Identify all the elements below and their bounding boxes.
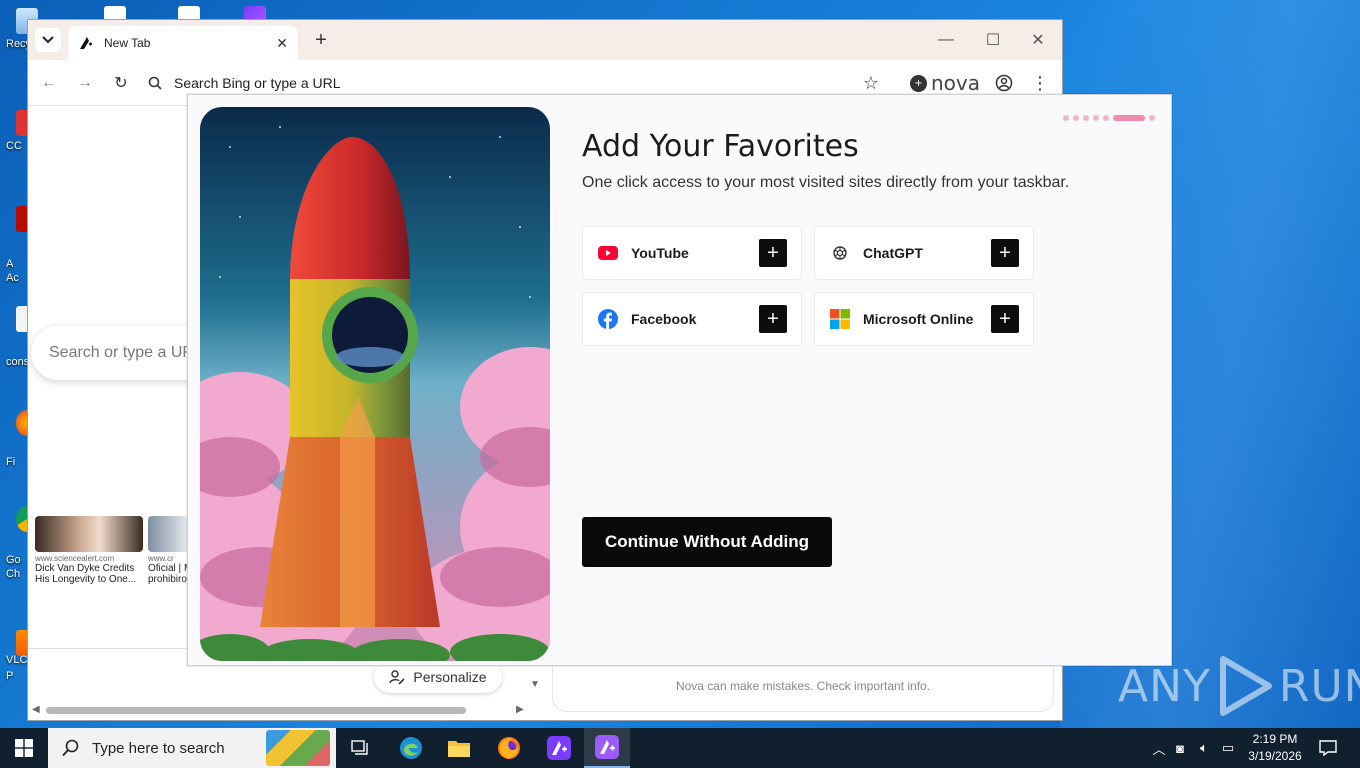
news-card[interactable]: www.sciencealert.com Dick Van Dyke Credi…	[35, 516, 145, 585]
add-facebook-button[interactable]: +	[759, 305, 787, 333]
close-window-button[interactable]: ✕	[1026, 28, 1050, 52]
close-tab-icon[interactable]: ✕	[276, 35, 288, 52]
chevron-down-icon	[42, 36, 54, 44]
system-tray: ︿ ◙ 🔈︎ ▭	[1150, 728, 1240, 768]
windows-logo-icon	[15, 739, 33, 757]
volume-icon[interactable]: 🔈︎	[1192, 740, 1216, 756]
new-tab-button[interactable]: +	[310, 29, 332, 51]
profile-icon[interactable]	[993, 72, 1015, 94]
progress-dot	[1073, 115, 1079, 121]
notification-icon	[1319, 740, 1337, 756]
network-icon[interactable]: ▭	[1216, 740, 1240, 756]
favorite-name: Microsoft Online	[863, 311, 974, 327]
continue-without-adding-button[interactable]: Continue Without Adding	[582, 517, 832, 567]
reload-button[interactable]: ↻	[110, 72, 132, 94]
taskbar-search-input[interactable]	[92, 739, 272, 757]
progress-dot	[1103, 115, 1109, 121]
favorite-item-facebook[interactable]: Facebook +	[582, 292, 802, 346]
nova-logo-icon: +	[910, 74, 927, 92]
tab-title: New Tab	[104, 36, 151, 50]
search-icon	[148, 76, 162, 90]
address-input[interactable]	[174, 75, 674, 91]
progress-dot	[1063, 115, 1069, 121]
taskbar-edge[interactable]	[388, 728, 434, 768]
news-headline: His Longevity to One...	[35, 574, 137, 585]
favorite-item-youtube[interactable]: YouTube +	[582, 226, 802, 280]
progress-dot	[1083, 115, 1089, 121]
taskbar-nova-active[interactable]	[584, 728, 630, 768]
taskbar-clock[interactable]: 2:19 PM 3/19/2026	[1240, 731, 1310, 765]
task-view-icon	[351, 740, 368, 755]
favorite-item-chatgpt[interactable]: ChatGPT +	[814, 226, 1034, 280]
scroll-down-arrow[interactable]: ▼	[530, 679, 540, 690]
notification-center-button[interactable]	[1306, 728, 1350, 768]
onboarding-progress	[1063, 115, 1155, 121]
news-source: www.cr	[148, 554, 174, 563]
title-bar: New Tab ✕ + — ☐ ✕	[28, 20, 1062, 60]
scrollbar-thumb[interactable]	[46, 707, 466, 714]
nova-favicon-icon	[80, 37, 92, 49]
news-headline: Oficial | M	[148, 563, 188, 574]
chevron-up-icon[interactable]: ︿	[1150, 739, 1168, 758]
search-icon	[62, 739, 79, 757]
favorite-item-microsoft-online[interactable]: Microsoft Online +	[814, 292, 1034, 346]
taskbar-file-explorer[interactable]	[436, 728, 482, 768]
taskbar-nova[interactable]	[536, 728, 582, 768]
dialog-subtitle: One click access to your most visited si…	[582, 174, 1070, 191]
add-youtube-button[interactable]: +	[759, 239, 787, 267]
nova-app-icon	[595, 735, 619, 759]
news-thumbnail	[148, 516, 188, 552]
add-favorites-dialog: Add Your Favorites One click access to y…	[187, 94, 1172, 666]
add-chatgpt-button[interactable]: +	[991, 239, 1019, 267]
forward-button[interactable]: →	[74, 72, 96, 94]
progress-dot	[1149, 115, 1155, 121]
edge-icon	[400, 737, 422, 759]
news-source: www.sciencealert.com	[35, 554, 115, 563]
search-highlight-icon	[266, 730, 330, 766]
progress-dot-active	[1113, 115, 1145, 121]
facebook-icon	[597, 308, 619, 330]
youtube-icon	[597, 242, 619, 264]
back-button[interactable]: ←	[38, 72, 60, 94]
menu-kebab-icon[interactable]: ⋮	[1029, 72, 1051, 94]
meet-now-icon[interactable]: ◙	[1168, 741, 1192, 756]
news-headline: prohibiro	[148, 574, 187, 585]
favorite-name: Facebook	[631, 311, 697, 327]
tab-new-tab[interactable]: New Tab ✕	[68, 26, 298, 60]
favorite-name: YouTube	[631, 245, 689, 261]
taskbar: ︿ ◙ 🔈︎ ▭ 2:19 PM 3/19/2026	[0, 728, 1360, 768]
favorite-name: ChatGPT	[863, 245, 923, 261]
divider	[28, 648, 193, 649]
play-logo-icon	[1219, 656, 1272, 716]
chatgpt-icon	[829, 242, 851, 264]
news-headline: Dick Van Dyke Credits	[35, 563, 135, 574]
personalize-icon	[389, 670, 405, 685]
scroll-right-arrow[interactable]: ▶	[516, 704, 524, 715]
progress-dot	[1093, 115, 1099, 121]
news-card[interactable]: www.cr Oficial | M prohibiro	[148, 516, 188, 585]
firefox-icon	[498, 737, 520, 759]
dialog-title: Add Your Favorites	[582, 129, 859, 164]
folder-icon	[448, 741, 470, 757]
scroll-left-arrow[interactable]: ◀	[32, 704, 40, 715]
bookmark-star-icon[interactable]: ☆	[860, 72, 882, 94]
microsoft-icon	[829, 308, 851, 330]
nova-brand-button[interactable]: + nova	[910, 71, 980, 95]
task-view-button[interactable]	[338, 728, 384, 768]
add-microsoft-online-button[interactable]: +	[991, 305, 1019, 333]
rocket-illustration	[200, 107, 550, 661]
tab-search-button[interactable]	[35, 28, 61, 52]
news-thumbnail	[35, 516, 143, 552]
nova-app-icon	[547, 736, 571, 760]
start-button[interactable]	[0, 728, 48, 768]
minimize-button[interactable]: —	[934, 28, 958, 52]
maximize-button[interactable]: ☐	[981, 28, 1005, 52]
taskbar-search[interactable]	[48, 728, 336, 768]
taskbar-firefox[interactable]	[486, 728, 532, 768]
horizontal-scrollbar[interactable]: ◀ ▶	[28, 702, 542, 718]
